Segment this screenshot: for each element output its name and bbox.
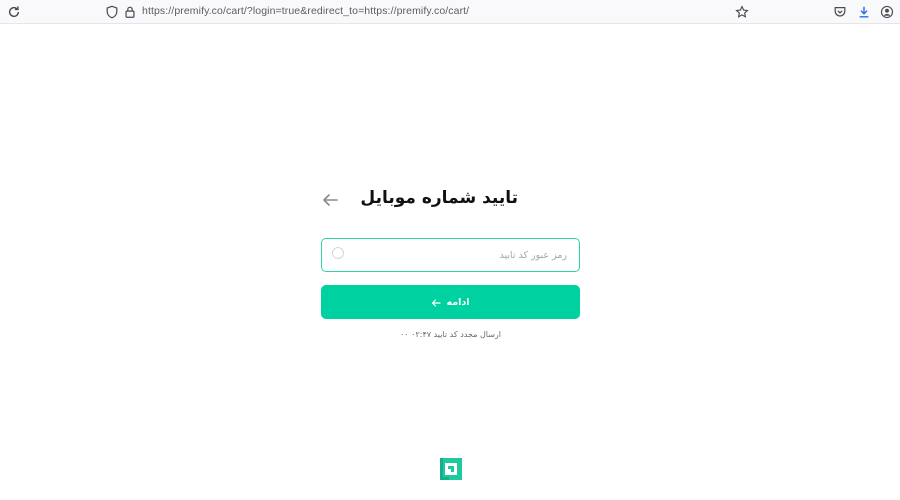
shield-icon[interactable] (104, 4, 120, 20)
lock-icon[interactable] (122, 4, 138, 20)
reload-icon[interactable] (6, 4, 22, 20)
continue-label: ادامه (446, 296, 470, 308)
verification-code-field (321, 238, 580, 272)
page-title: تایید شماره موبایل (360, 188, 518, 208)
download-icon[interactable] (856, 4, 872, 20)
url-bar[interactable]: https://premify.co/cart/?login=true&redi… (100, 2, 760, 22)
pocket-icon[interactable] (832, 4, 848, 20)
continue-button[interactable]: ادامه (321, 285, 580, 319)
verification-code-input[interactable] (322, 239, 579, 271)
star-icon[interactable] (734, 4, 750, 20)
account-icon[interactable] (879, 4, 895, 20)
page-header: تایید شماره موبایل (321, 184, 580, 216)
key-icon (332, 247, 344, 259)
browser-toolbar: https://premify.co/cart/?login=true&redi… (0, 0, 900, 24)
arrow-left-icon[interactable] (321, 192, 339, 208)
premify-logo-icon (437, 455, 465, 483)
url-text[interactable]: https://premify.co/cart/?login=true&redi… (142, 5, 469, 17)
resend-code-text[interactable]: ارسال مجدد کد تایید ۰۲:۴۷ ۰۰ (321, 330, 580, 339)
arrow-left-icon (431, 295, 442, 310)
